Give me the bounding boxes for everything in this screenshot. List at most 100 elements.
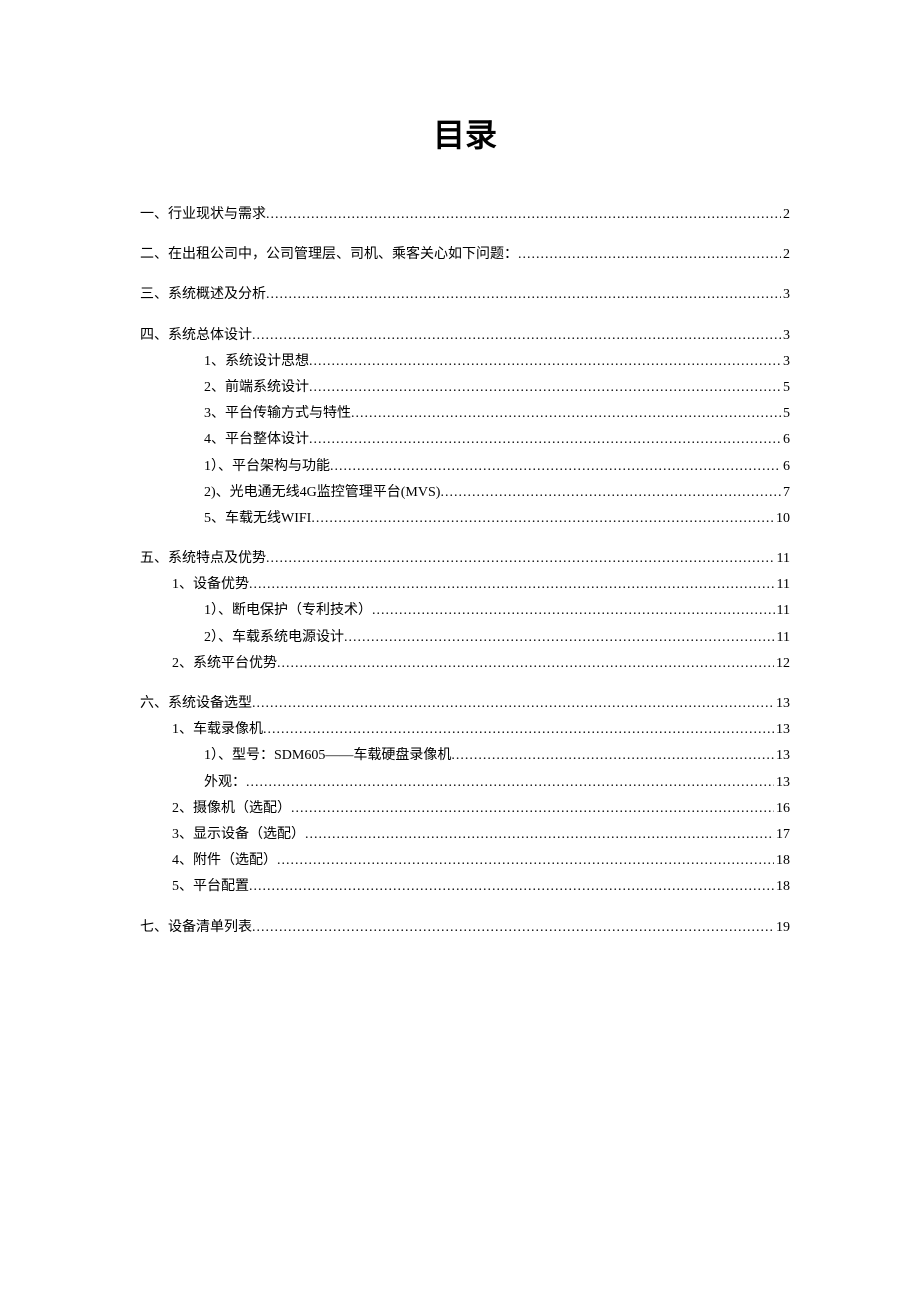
toc-leader-dots [309, 379, 781, 397]
toc-leader-dots [518, 246, 781, 264]
toc-entry: 1）、断电保护（专利技术）11 [140, 602, 790, 620]
toc-entry-page: 11 [775, 629, 790, 647]
toc-entry-label: 2）、车载系统电源设计 [204, 629, 344, 647]
toc-leader-dots [252, 919, 774, 937]
toc-entry-page: 5 [781, 405, 790, 423]
toc-leader-dots [440, 484, 781, 502]
toc-entry: 2）、车载系统电源设计 11 [140, 629, 790, 647]
toc-entry: 1、车载录像机 13 [140, 721, 790, 739]
toc-leader-dots [266, 206, 781, 224]
toc-leader-dots [277, 655, 774, 673]
toc-leader-dots [246, 774, 774, 792]
toc-leader-dots [252, 695, 774, 713]
toc-entry-page: 13 [774, 747, 790, 765]
toc-leader-dots [344, 629, 775, 647]
toc-entry-page: 12 [774, 655, 790, 673]
toc-entry-label: 1）、型号：SDM605——车载硬盘录像机 [204, 747, 451, 765]
toc-entry: 4、附件（选配） 18 [140, 852, 790, 870]
toc-entry-label: 3、平台传输方式与特性 [204, 405, 351, 423]
toc-entry: 3、平台传输方式与特性 5 [140, 405, 790, 423]
toc-entry-label: 4、平台整体设计 [204, 431, 309, 449]
toc-entry-label: 1、车载录像机 [172, 721, 263, 739]
toc-entry-label: 七、设备清单列表 [140, 919, 252, 937]
toc-entry: 2、系统平台优势 12 [140, 655, 790, 673]
toc-entry-page: 11 [775, 550, 790, 568]
toc-entry-page: 2 [781, 246, 790, 264]
toc-entry-page: 16 [774, 800, 790, 818]
toc-entry-label: 1、设备优势 [172, 576, 249, 594]
toc-leader-dots [249, 576, 775, 594]
toc-entry-label: 三、系统概述及分析 [140, 286, 266, 304]
toc-leader-dots [249, 878, 774, 896]
toc-entry-label: 1）、平台架构与功能 [204, 458, 330, 476]
toc-leader-dots [351, 405, 781, 423]
toc-entry: 四、系统总体设计 3 [140, 327, 790, 345]
toc-entry: 1）、型号：SDM605——车载硬盘录像机 13 [140, 747, 790, 765]
toc-entry: 一、行业现状与需求2 [140, 206, 790, 224]
toc-entry-page: 3 [781, 286, 790, 304]
toc-entry-label: 六、系统设备选型 [140, 695, 252, 713]
toc-entry-page: 13 [774, 774, 790, 792]
toc-entry-label: 2、系统平台优势 [172, 655, 277, 673]
toc-entry-label: 5、车载无线WIFI [204, 510, 311, 528]
toc-leader-dots [309, 431, 781, 449]
toc-entry-label: 3、显示设备（选配） [172, 826, 305, 844]
toc-entry-label: 四、系统总体设计 [140, 327, 252, 345]
toc-entry-page: 3 [781, 353, 790, 371]
toc-entry-page: 11 [775, 576, 790, 594]
toc-leader-dots [266, 550, 775, 568]
toc-entry-label: 二、在出租公司中，公司管理层、司机、乘客关心如下问题： [140, 246, 518, 264]
toc-leader-dots [311, 510, 774, 528]
toc-entry-label: 2、前端系统设计 [204, 379, 309, 397]
toc-title: 目录 [140, 110, 790, 156]
toc-entry: 3、显示设备（选配） 17 [140, 826, 790, 844]
toc-entry-label: 外观： [204, 774, 246, 792]
toc-entry-page: 10 [774, 510, 790, 528]
toc-entry-label: 2、摄像机（选配） [172, 800, 291, 818]
toc-entry: 5、平台配置 18 [140, 878, 790, 896]
toc-entry: 六、系统设备选型 13 [140, 695, 790, 713]
toc-entry-label: 4、附件（选配） [172, 852, 277, 870]
toc-entry: 1）、平台架构与功能 6 [140, 458, 790, 476]
toc-entry-page: 7 [781, 484, 790, 502]
toc-entry-label: 五、系统特点及优势 [140, 550, 266, 568]
toc-entry: 七、设备清单列表 19 [140, 919, 790, 937]
toc-entry: 2、摄像机（选配） 16 [140, 800, 790, 818]
toc-leader-dots [330, 458, 781, 476]
toc-entry: 1、系统设计思想 3 [140, 353, 790, 371]
toc-entry: 三、系统概述及分析 3 [140, 286, 790, 304]
toc-entry-label: 5、平台配置 [172, 878, 249, 896]
toc-leader-dots [277, 852, 774, 870]
toc-entry-page: 6 [781, 458, 790, 476]
document-page: 目录 一、行业现状与需求2 二、在出租公司中，公司管理层、司机、乘客关心如下问题：… [0, 0, 920, 937]
toc-leader-dots [263, 721, 774, 739]
toc-entry-page: 18 [774, 878, 790, 896]
toc-entry-page: 13 [774, 721, 790, 739]
toc-leader-dots [305, 826, 774, 844]
toc-entry-label: 1、系统设计思想 [204, 353, 309, 371]
toc-entry-page: 5 [781, 379, 790, 397]
toc-entry: 外观： 13 [140, 774, 790, 792]
toc-entry: 4、平台整体设计 6 [140, 431, 790, 449]
toc-entry-page: 18 [774, 852, 790, 870]
toc-entry-page: 13 [774, 695, 790, 713]
toc-entry: 二、在出租公司中，公司管理层、司机、乘客关心如下问题： 2 [140, 246, 790, 264]
toc-entry-label: 1）、断电保护（专利技术） [204, 602, 372, 620]
toc-leader-dots [309, 353, 781, 371]
toc-entry: 2、前端系统设计 5 [140, 379, 790, 397]
toc-leader-dots [266, 286, 781, 304]
toc-entry: 五、系统特点及优势 11 [140, 550, 790, 568]
toc-list: 一、行业现状与需求2 二、在出租公司中，公司管理层、司机、乘客关心如下问题： 2 三、… [140, 206, 790, 937]
toc-leader-dots [372, 602, 775, 620]
toc-entry-label: 2)、光电通无线4G监控管理平台(MVS) [204, 484, 440, 502]
toc-leader-dots [451, 747, 774, 765]
toc-entry-page: 19 [774, 919, 790, 937]
toc-entry: 1、设备优势 11 [140, 576, 790, 594]
toc-leader-dots [291, 800, 774, 818]
toc-entry-page: 6 [781, 431, 790, 449]
toc-entry-page: 17 [774, 826, 790, 844]
toc-entry: 5、车载无线WIFI 10 [140, 510, 790, 528]
toc-entry-page: 3 [781, 327, 790, 345]
toc-leader-dots [252, 327, 781, 345]
toc-entry-page: 2 [781, 206, 790, 224]
